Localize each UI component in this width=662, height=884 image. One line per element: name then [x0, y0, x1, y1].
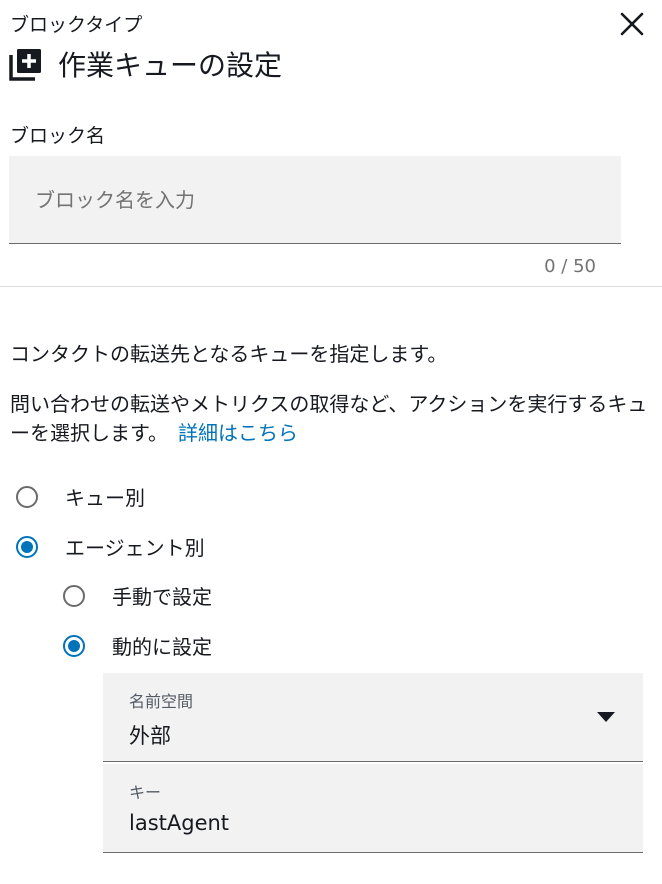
radio-set-dynamically[interactable]: 動的に設定: [63, 631, 212, 660]
learn-more-link[interactable]: 詳細はこちら: [178, 421, 298, 445]
radio-label: 動的に設定: [112, 635, 212, 659]
block-type-label: ブロックタイプ: [10, 14, 143, 36]
radio-button[interactable]: [16, 535, 38, 558]
caret-down-icon: [597, 712, 615, 722]
namespace-value: 外部: [129, 724, 171, 748]
radio-by-agent[interactable]: エージェント別: [16, 532, 205, 561]
radio-label: エージェント別: [65, 536, 205, 560]
radio-button[interactable]: [63, 634, 85, 657]
description-detail-text: 問い合わせの転送やメトリクスの取得など、アクションを実行するキューを選択します。: [10, 392, 648, 445]
character-counter: 0 / 50: [544, 256, 596, 277]
key-label: キー: [129, 783, 162, 802]
radio-label: 手動で設定: [112, 585, 212, 609]
key-field[interactable]: キー lastAgent: [103, 764, 643, 853]
key-value[interactable]: lastAgent: [129, 811, 229, 835]
radio-set-manually[interactable]: 手動で設定: [63, 581, 212, 610]
block-name-input[interactable]: [9, 156, 621, 244]
radio-by-queue[interactable]: キュー別: [16, 482, 145, 511]
namespace-select[interactable]: 名前空間 外部: [103, 673, 643, 762]
close-icon: [620, 12, 644, 36]
block-name-label: ブロック名: [10, 125, 106, 147]
close-button[interactable]: [618, 10, 646, 38]
divider: [0, 286, 662, 287]
radio-button[interactable]: [16, 485, 38, 508]
page-title: 作業キューの設定: [58, 49, 283, 82]
radio-label: キュー別: [65, 486, 145, 510]
add-box-stack-icon: [9, 49, 41, 81]
description-text: コンタクトの転送先となるキューを指定します。: [10, 342, 448, 366]
description-detail: 問い合わせの転送やメトリクスの取得など、アクションを実行するキューを選択します。…: [10, 390, 650, 448]
radio-button[interactable]: [63, 584, 85, 607]
namespace-label: 名前空間: [129, 692, 194, 711]
